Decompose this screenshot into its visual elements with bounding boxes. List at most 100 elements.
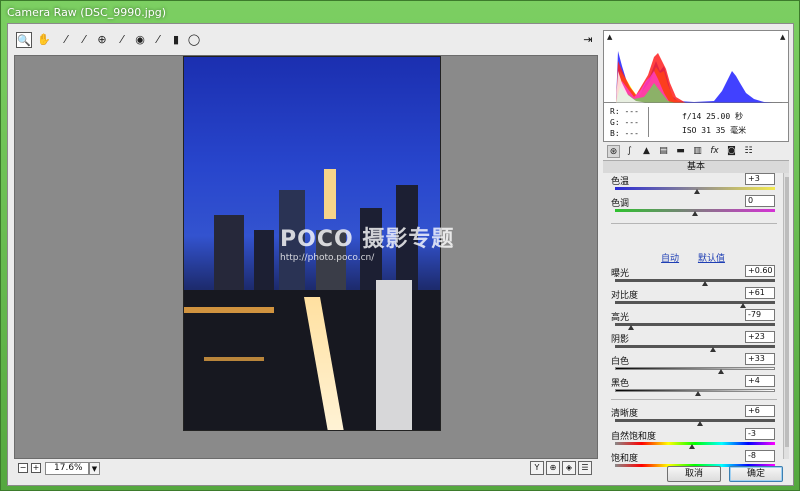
scrollbar-thumb[interactable] — [785, 177, 789, 447]
iso-focal-info: ISO 31 35 毫米 — [682, 126, 747, 135]
tint-value-field[interactable]: 0 — [745, 195, 775, 207]
adjustment-tabs: ⊛ ∫ ▲ ▤ ▬ ▥ fx ◙ ☷ — [603, 144, 789, 160]
watermark-logo: POCO 摄影专题 — [280, 227, 455, 252]
exposure-label: 曝光 — [611, 269, 630, 279]
highlight-clipping-warning[interactable]: ▲ — [780, 33, 785, 41]
contrast-slider-track[interactable] — [615, 301, 775, 304]
white-building — [376, 280, 412, 430]
exposure-slider-thumb[interactable] — [701, 281, 708, 286]
zoom-tool-magnifier-icon[interactable]: 🔍 — [16, 32, 32, 48]
slider-row-vibrance: 自然饱和度 -3 — [603, 428, 783, 451]
slider-row-contrast: 对比度 +61 — [603, 287, 783, 310]
blacks-value-field[interactable]: +4 — [745, 375, 775, 387]
cancel-button[interactable]: 取消 — [667, 466, 721, 482]
canvas-bottom-bar: − + 17.6% ▼ Y ⊕ ◈ ☰ — [14, 461, 598, 477]
clarity-value-field[interactable]: +6 — [745, 405, 775, 417]
section-divider — [611, 399, 777, 400]
panel-scrollbar[interactable] — [783, 173, 789, 459]
saturation-value-field[interactable]: -8 — [745, 450, 775, 462]
rgb-readout-b: B: --- — [610, 129, 639, 138]
hsl-tab-icon[interactable]: ▤ — [657, 145, 670, 158]
slider-row-clarity: 清晰度 +6 — [603, 405, 783, 428]
exposure-slider-track[interactable] — [615, 279, 775, 282]
rgb-readout-g: G: --- — [610, 118, 639, 127]
auto-link[interactable]: 自动 — [661, 254, 679, 264]
adjustment-brush-icon[interactable]: ⁄ — [150, 32, 166, 48]
image-canvas[interactable]: POCO 摄影专题 http://photo.poco.cn/ — [14, 55, 598, 459]
slider-row-highlights: 高光 -79 — [603, 309, 783, 332]
tint-label: 色调 — [611, 199, 630, 209]
copy-settings-button[interactable]: ◈ — [562, 461, 576, 475]
lens-corrections-tab-icon[interactable]: ▥ — [691, 145, 704, 158]
whites-slider-thumb[interactable] — [717, 369, 724, 374]
basic-tab-icon[interactable]: ⊛ — [607, 145, 620, 158]
export-icon[interactable]: ⇥ — [581, 34, 595, 46]
effects-tab-icon[interactable]: fx — [708, 145, 721, 158]
detail-tab-icon[interactable]: ▲ — [640, 145, 653, 158]
whites-value-field[interactable]: +33 — [745, 353, 775, 365]
zoom-in-button[interactable]: + — [31, 463, 41, 473]
highlights-label: 高光 — [611, 313, 630, 323]
ok-button[interactable]: 确定 — [729, 466, 783, 482]
contrast-label: 对比度 — [611, 291, 639, 301]
zoom-out-button[interactable]: − — [18, 463, 28, 473]
histogram: ▲ ▲ — [603, 30, 789, 104]
street-lights — [184, 307, 274, 313]
hand-tool-hand-icon[interactable]: ✋ — [36, 32, 52, 48]
slider-row-shadows: 阴影 +23 — [603, 331, 783, 354]
white-balance-eyedropper-icon[interactable]: ⁄ — [58, 32, 74, 48]
slider-row-exposure: 曝光 +0.60 — [603, 265, 783, 288]
zoom-level-field[interactable]: 17.6% — [45, 462, 89, 475]
whites-slider-track[interactable] — [615, 367, 775, 370]
shadows-slider-thumb[interactable] — [709, 347, 716, 352]
camera-calibration-tab-icon[interactable]: ◙ — [725, 145, 738, 158]
highlights-slider-track[interactable] — [615, 323, 775, 326]
radial-filter-icon[interactable]: ◯ — [186, 32, 202, 48]
presets-tab-icon[interactable]: ☷ — [742, 145, 755, 158]
temperature-slider-thumb[interactable] — [693, 189, 700, 194]
poco-watermark: POCO 摄影专题 http://photo.poco.cn/ — [280, 221, 454, 263]
zoom-dropdown-button[interactable]: ▼ — [89, 462, 100, 475]
window-title: Camera Raw (DSC_9990.jpg) — [7, 6, 167, 19]
contrast-value-field[interactable]: +61 — [745, 287, 775, 299]
image-info: R: --- G: --- B: --- f/14 25.00 秒 ISO 31… — [603, 103, 789, 142]
street-lights — [204, 357, 264, 361]
section-divider — [611, 223, 777, 224]
temperature-label: 色温 — [611, 177, 630, 187]
highlights-value-field[interactable]: -79 — [745, 309, 775, 321]
default-link[interactable]: 默认值 — [698, 254, 725, 264]
targeted-adjustment-icon[interactable]: ⊕ — [94, 32, 110, 48]
graduated-filter-icon[interactable]: ▮ — [168, 32, 184, 48]
shadows-label: 阴影 — [611, 335, 630, 345]
clarity-slider-track[interactable] — [615, 419, 775, 422]
preview-preferences-button[interactable]: ☰ — [578, 461, 592, 475]
split-toning-tab-icon[interactable]: ▬ — [674, 145, 687, 158]
basic-panel: 色温 +3 色调 0 曝光 +0.60 对比度 +61 高光 -79 阴影 +23 白色 +33 黑色 +4 清… — [603, 173, 789, 471]
slider-row-temperature: 色温 +3 — [603, 173, 783, 196]
tint-slider-thumb[interactable] — [692, 211, 698, 216]
spot-removal-icon[interactable]: ⁄ — [114, 32, 130, 48]
dialog-body: 🔍 ✋ ⁄ ⁄ ⊕ ⁄ ◉ ⁄ ▮ ◯ ⇥ POCO 摄影专题 http://p… — [7, 23, 794, 486]
contrast-slider-thumb[interactable] — [740, 303, 746, 308]
shadow-clipping-warning[interactable]: ▲ — [607, 33, 612, 41]
temperature-value-field[interactable]: +3 — [745, 173, 775, 185]
section-title: 基本 — [603, 160, 789, 173]
info-divider — [648, 107, 649, 137]
slider-row-tint: 色调 0 — [603, 195, 783, 218]
exposure-value-field[interactable]: +0.60 — [745, 265, 775, 277]
swap-settings-button[interactable]: ⊕ — [546, 461, 560, 475]
vibrance-slider-thumb[interactable] — [688, 444, 695, 449]
tone-curve-tab-icon[interactable]: ∫ — [623, 145, 636, 158]
blacks-slider-thumb[interactable] — [695, 391, 702, 396]
red-eye-icon[interactable]: ◉ — [132, 32, 148, 48]
shadows-value-field[interactable]: +23 — [745, 331, 775, 343]
before-after-view-button[interactable]: Y — [530, 461, 544, 475]
clarity-slider-thumb[interactable] — [696, 421, 703, 426]
vibrance-slider-track[interactable] — [615, 442, 775, 445]
clarity-label: 清晰度 — [611, 409, 639, 419]
rgb-readout-r: R: --- — [610, 107, 639, 116]
shadows-slider-track[interactable] — [615, 345, 775, 348]
vibrance-value-field[interactable]: -3 — [745, 428, 775, 440]
highlights-slider-thumb[interactable] — [628, 325, 634, 330]
color-sampler-icon[interactable]: ⁄ — [76, 32, 92, 48]
